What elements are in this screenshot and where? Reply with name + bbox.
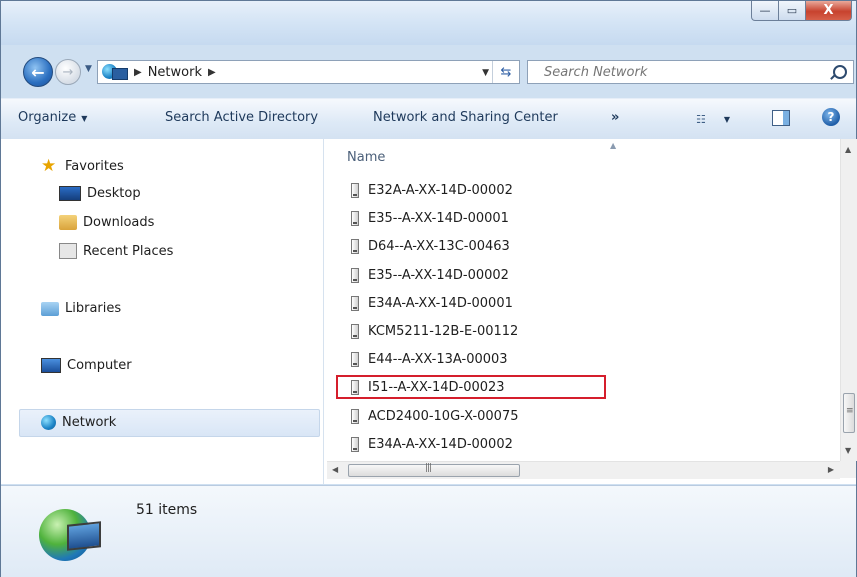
close-button[interactable]: X [806,1,852,21]
computer-tower-icon [351,436,359,452]
search-input[interactable] [542,64,826,81]
chevron-down-icon: ▼ [723,114,731,124]
title-bar: — ▭ X [1,1,856,45]
nav-label: Network [62,415,117,430]
list-item[interactable]: E44--A-XX-13A-00003 [351,347,508,371]
network-globe-icon [33,501,103,565]
list-item[interactable]: E34A-A-XX-14D-00001 [351,291,513,315]
nav-item-libraries[interactable]: Libraries [41,301,121,316]
organize-menu[interactable]: Organize ▼ [18,110,87,125]
nav-item-favorites[interactable]: ★ Favorites [41,156,124,176]
annotation-highlight-box [336,375,606,399]
desktop-icon [59,186,81,201]
item-count: 51 items [136,502,198,518]
help-icon[interactable]: ? [822,108,840,126]
command-bar: Organize ▼ Search Active Directory Networ… [1,98,856,140]
computer-tower-icon [351,295,359,311]
refresh-button[interactable]: ⇆ [492,61,519,83]
item-label: E34A-A-XX-14D-00001 [368,295,513,311]
more-commands-button[interactable]: » [611,110,619,125]
pane-splitter[interactable] [323,139,324,484]
libraries-icon [41,301,59,316]
item-label: E35--A-XX-14D-00002 [368,267,509,283]
file-list: Name ▲ E32A-A-XX-14D-00002 E35--A-XX-14D… [327,139,840,461]
nav-label: Recent Places [83,243,174,259]
network-icon [41,415,56,430]
computer-tower-icon [351,408,359,424]
item-label: KCM5211-12B-E-00112 [368,323,519,339]
computer-icon [41,358,61,373]
computer-tower-icon [351,182,359,198]
nav-label: Favorites [65,158,124,174]
list-item[interactable]: E32A-A-XX-14D-00002 [351,178,513,202]
list-item[interactable]: E35--A-XX-14D-00002 [351,263,509,287]
navigation-bar: ← → ▼ ▶ Network ▶ ▼ ⇆ [1,53,856,89]
column-header-name[interactable]: Name [347,150,385,165]
scroll-down-icon[interactable]: ▼ [845,446,851,455]
list-item[interactable]: E34A-A-XX-14D-00002 [351,432,513,456]
horizontal-scrollbar[interactable]: ◀ ▶ [327,461,840,479]
preview-pane-button[interactable] [772,110,790,126]
maximize-button[interactable]: ▭ [779,1,806,21]
breadcrumb-separator-icon[interactable]: ▶ [208,67,216,78]
vertical-scroll-thumb[interactable] [843,393,855,433]
chevron-down-icon: ▼ [81,114,88,123]
nav-item-desktop[interactable]: Desktop [59,186,141,201]
breadcrumb-separator-icon[interactable]: ▶ [134,67,142,78]
search-icon[interactable] [833,65,847,79]
address-bar[interactable]: ▶ Network ▶ ▼ ⇆ [97,60,520,84]
scroll-right-icon[interactable]: ▶ [828,465,834,474]
address-history-dropdown-icon[interactable]: ▼ [482,68,489,78]
search-active-directory-button[interactable]: Search Active Directory [165,110,318,125]
item-label: D64--A-XX-13C-00463 [368,238,510,254]
item-label: ACD2400-10G-X-00075 [368,408,519,424]
network-sharing-center-button[interactable]: Network and Sharing Center [373,110,558,125]
list-item[interactable]: ACD2400-10G-X-00075 [351,404,519,428]
nav-item-network[interactable]: Network [41,415,116,430]
computer-tower-icon [351,351,359,367]
recent-pages-dropdown[interactable]: ▼ [85,64,92,74]
organize-label: Organize [18,110,77,125]
explorer-window: — ▭ X ← → ▼ ▶ Network ▶ ▼ ⇆ Organize ▼ Se… [0,0,857,577]
scroll-up-icon[interactable]: ▲ [845,145,851,154]
list-item[interactable]: E35--A-XX-14D-00001 [351,206,509,230]
sort-ascending-icon: ▲ [610,141,617,150]
minimize-button[interactable]: — [751,1,779,21]
recent-places-icon [59,243,77,259]
computer-tower-icon [351,210,359,226]
list-item[interactable]: D64--A-XX-13C-00463 [351,234,510,258]
item-label: E44--A-XX-13A-00003 [368,351,508,367]
nav-item-recent-places[interactable]: Recent Places [59,243,173,259]
view-list-icon: ☷ [696,112,706,126]
item-label: E34A-A-XX-14D-00002 [368,436,513,452]
star-icon: ★ [41,156,57,176]
navigation-pane: ★ Favorites Desktop Downloads Recent Pla… [1,139,323,484]
item-label: E35--A-XX-14D-00001 [368,210,509,226]
content-area: ★ Favorites Desktop Downloads Recent Pla… [1,139,857,484]
back-button[interactable]: ← [23,57,53,87]
breadcrumb-network[interactable]: Network [148,65,202,80]
search-box[interactable] [527,60,854,84]
computer-tower-icon [351,323,359,339]
vertical-scrollbar[interactable]: ▲ ▼ [840,139,857,461]
list-item[interactable]: KCM5211-12B-E-00112 [351,319,518,343]
network-icon [102,63,128,81]
computer-tower-icon [351,267,359,283]
downloads-folder-icon [59,215,77,230]
caption-buttons: — ▭ X [751,1,852,21]
change-view-button[interactable]: ☷ ▼ [696,110,740,128]
nav-label: Libraries [65,301,122,316]
horizontal-scroll-thumb[interactable] [348,463,520,477]
computer-tower-icon [351,238,359,254]
nav-label: Desktop [87,186,141,201]
scroll-left-icon[interactable]: ◀ [332,465,338,474]
item-label: E32A-A-XX-14D-00002 [368,182,513,198]
details-pane: 51 items [1,485,856,577]
nav-item-downloads[interactable]: Downloads [59,215,154,230]
forward-button[interactable]: → [55,59,81,85]
nav-label: Computer [67,358,132,373]
nav-label: Downloads [83,215,155,230]
nav-item-computer[interactable]: Computer [41,358,132,373]
scrollbar-corner [840,461,856,478]
